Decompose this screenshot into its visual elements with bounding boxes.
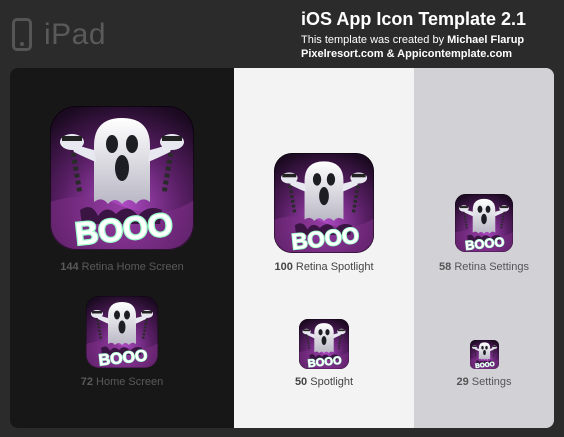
caption-58-retina-settings: 58 Retina Settings [439, 261, 529, 273]
app-icon-29: BOOO [469, 340, 499, 369]
ghost-booo-icon: BOOO [86, 296, 158, 368]
ghost-booo-icon: BOOO [50, 106, 194, 250]
author-name: Michael Flarup [447, 34, 525, 46]
template-sites: Pixelresort.com & Appicontemplate.com [301, 48, 513, 60]
template-title: iOS App Icon Template 2.1 [301, 9, 527, 29]
ghost-booo-icon: BOOO [299, 319, 349, 369]
column-home-screen: BOOO 144 Retina Home Screen BOOO 72 Home… [10, 68, 234, 428]
ghost-booo-icon: BOOO [469, 340, 499, 369]
caption-144-retina-home-screen: 144 Retina Home Screen [60, 261, 184, 273]
app-icon-58: BOOO [455, 194, 513, 252]
app-icon-144: BOOO [50, 106, 194, 250]
app-icon-100: BOOO [274, 153, 374, 253]
device-label: iPad [44, 18, 107, 51]
icon-preview-panel: BOOO 144 Retina Home Screen BOOO 72 Home… [10, 68, 554, 428]
ipad-device-icon [12, 18, 32, 51]
column-spotlight: BOOO 100 Retina Spotlight BOOO 50 Spotli… [234, 68, 414, 428]
caption-100-retina-spotlight: 100 Retina Spotlight [274, 261, 374, 273]
template-credit: This template was created by Michael Fla… [301, 34, 525, 46]
app-icon-50: BOOO [299, 319, 349, 369]
column-settings: BOOO 58 Retina Settings BOOO 29 Settings [414, 68, 554, 428]
app-icon-72: BOOO [86, 296, 158, 368]
ghost-booo-icon: BOOO [455, 194, 513, 252]
caption-50-spotlight: 50 Spotlight [294, 376, 354, 388]
ghost-booo-icon: BOOO [274, 153, 374, 253]
caption-72-home-screen: 72 Home Screen [80, 376, 164, 388]
caption-29-settings: 29 Settings [456, 376, 512, 388]
